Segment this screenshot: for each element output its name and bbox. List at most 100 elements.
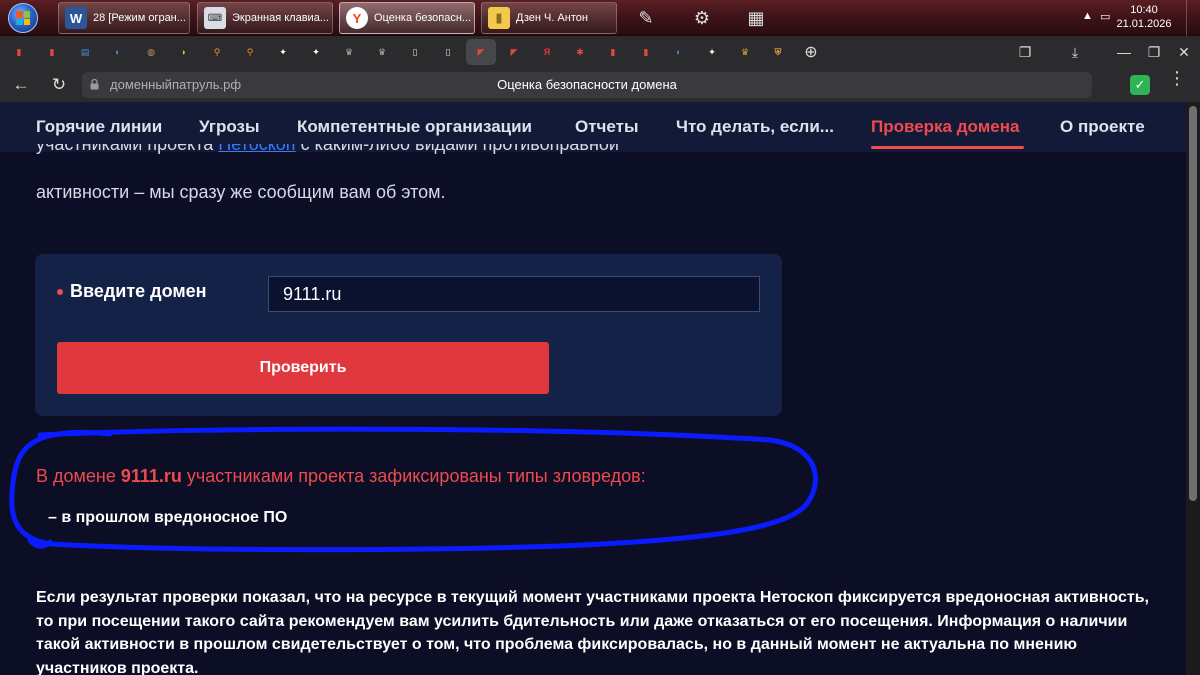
clock-date: 21.01.2026 bbox=[1116, 18, 1172, 30]
active-tab-indicator bbox=[871, 146, 1024, 149]
netoscope-link[interactable]: Нетоскоп bbox=[218, 144, 295, 154]
emblem-icon: ♛ bbox=[740, 46, 750, 57]
bookmark-page-icon[interactable]: ▤ bbox=[70, 39, 100, 65]
page-scrollbar[interactable] bbox=[1186, 102, 1200, 675]
yandex-icon: Я bbox=[543, 47, 551, 57]
bookmark-pdf-icon[interactable]: ▮ bbox=[631, 39, 661, 65]
intro-line-2: активности – мы сразу же сообщим вам об … bbox=[36, 182, 446, 202]
bookmark-pdf-icon[interactable]: ▮ bbox=[37, 39, 67, 65]
minimize-icon[interactable]: — bbox=[1110, 40, 1138, 64]
new-tab-button[interactable]: ⊕ bbox=[796, 39, 826, 65]
flag-icon: ◤ bbox=[477, 46, 485, 57]
result-text: В домене bbox=[36, 466, 121, 486]
gear-icon[interactable]: ⚙ bbox=[688, 4, 716, 32]
menu-icon[interactable]: ⋮ bbox=[1168, 69, 1186, 87]
pdf-icon: ▮ bbox=[49, 46, 55, 57]
nav-reports[interactable]: Отчеты bbox=[575, 117, 639, 137]
page-icon: ▤ bbox=[80, 46, 90, 57]
bookmark-pdf-icon[interactable]: ▮ bbox=[598, 39, 628, 65]
taskbar-item-word[interactable]: W 28 [Режим огран... bbox=[58, 2, 190, 34]
pdf-icon: ▮ bbox=[16, 46, 22, 57]
result-domain: 9111.ru bbox=[120, 466, 182, 486]
pdf-icon: ▮ bbox=[643, 46, 649, 57]
taskbar-item-browser[interactable]: Y Оценка безопасн... bbox=[339, 2, 475, 34]
reload-button[interactable]: ↻ bbox=[46, 73, 72, 97]
taskbar-item-keyboard[interactable]: ⌨ Экранная клавиа... bbox=[197, 2, 333, 34]
bookmark-search-icon[interactable]: ⚲ bbox=[202, 39, 232, 65]
sparkle-icon: ✦ bbox=[279, 46, 287, 57]
bookmark-sparkle-icon[interactable]: ✦ bbox=[268, 39, 298, 65]
explanation-text: Если результат проверки показал, что на … bbox=[36, 589, 1149, 675]
bookmark-yandex-icon[interactable]: Я bbox=[532, 39, 562, 65]
flag-icon: ◤ bbox=[510, 46, 518, 57]
bookmark-emblem-icon[interactable]: ♛ bbox=[334, 39, 364, 65]
bookmark-pdf-icon[interactable]: ▮ bbox=[4, 39, 34, 65]
bookmark-document-icon[interactable]: ▯ bbox=[433, 39, 463, 65]
bookmark-shield-icon[interactable]: ⛨ bbox=[763, 39, 793, 65]
required-marker bbox=[57, 289, 63, 295]
intro-text: с каким-либо видами противоправной bbox=[295, 144, 619, 154]
taskbar-item-label: Дзен Ч. Антон bbox=[516, 12, 588, 24]
nav-threats[interactable]: Угрозы bbox=[199, 117, 260, 137]
hand-drawn-highlight bbox=[9, 426, 818, 553]
protect-shield-icon[interactable]: ✓ bbox=[1130, 75, 1150, 95]
bookmark-banana-icon[interactable]: ◗ bbox=[169, 39, 199, 65]
pdf-icon: ▮ bbox=[610, 46, 616, 57]
tray-expand-icon[interactable]: ▲ bbox=[1082, 10, 1093, 22]
bookmark-flag-icon[interactable]: ◤ bbox=[499, 39, 529, 65]
domain-field-label: Введите домен bbox=[70, 281, 207, 301]
search-icon: ⚲ bbox=[213, 46, 221, 57]
scrollbar-thumb[interactable] bbox=[1189, 106, 1197, 501]
taskbar-item-folder[interactable]: ▮ Дзен Ч. Антон bbox=[481, 2, 617, 34]
folder-icon: ▮ bbox=[488, 7, 510, 29]
bookmark-emblem-icon[interactable]: ♛ bbox=[730, 39, 760, 65]
tabs-icon[interactable]: ❐ bbox=[1011, 40, 1039, 64]
domain-check-form: Введите домен Проверить bbox=[35, 254, 782, 416]
domain-input[interactable] bbox=[268, 276, 760, 312]
control-panel-icon[interactable]: ▦ bbox=[742, 4, 770, 32]
clock[interactable]: 10:40 21.01.2026 bbox=[1114, 3, 1174, 31]
show-desktop-button[interactable] bbox=[1186, 0, 1200, 36]
document-icon: ▯ bbox=[445, 46, 451, 57]
nav-about[interactable]: О проекте bbox=[1060, 117, 1145, 137]
restore-icon[interactable]: ❐ bbox=[1140, 40, 1168, 64]
emblem-icon: ♛ bbox=[344, 46, 354, 57]
bookmark-search-icon[interactable]: ⚲ bbox=[235, 39, 265, 65]
taskbar-item-label: 28 [Режим огран... bbox=[93, 12, 186, 24]
result-threat-item: – в прошлом вредоносное ПО bbox=[48, 509, 288, 526]
bookmark-leaf-icon[interactable]: ✱ bbox=[565, 39, 595, 65]
result-text: участниками проекта зафиксированы типы з… bbox=[181, 466, 646, 486]
nav-what-to-do[interactable]: Что делать, если... bbox=[676, 117, 834, 137]
windows-logo-icon bbox=[8, 3, 38, 33]
bookmark-edge-icon[interactable]: ◐ bbox=[664, 39, 694, 65]
url-field[interactable]: доменныйпатруль.рф Оценка безопасности д… bbox=[82, 72, 1092, 98]
leaf-icon: ✱ bbox=[576, 46, 584, 57]
download-icon[interactable]: ⤓ bbox=[1061, 40, 1089, 64]
edge-icon: ◐ bbox=[115, 47, 121, 57]
nav-hotlines[interactable]: Горячие линии bbox=[36, 117, 162, 137]
bookmark-edge-icon[interactable]: ◐ bbox=[103, 39, 133, 65]
bookmark-document-icon[interactable]: ▯ bbox=[400, 39, 430, 65]
check-button[interactable]: Проверить bbox=[57, 342, 549, 394]
paint-icon[interactable]: ✎ bbox=[632, 4, 660, 32]
network-icon[interactable]: ▭ bbox=[1100, 10, 1110, 23]
nav-organizations[interactable]: Компетентные организации bbox=[297, 117, 532, 137]
bookmark-sparkle-icon[interactable]: ✦ bbox=[697, 39, 727, 65]
word-icon: W bbox=[65, 7, 87, 29]
bookmark-sparkle-icon[interactable]: ✦ bbox=[301, 39, 331, 65]
nav-domain-check[interactable]: Проверка домена bbox=[871, 117, 1019, 137]
taskbar-item-label: Оценка безопасн... bbox=[374, 12, 472, 24]
yandex-browser-icon: Y bbox=[346, 7, 368, 29]
windows-taskbar: W 28 [Режим огран... ⌨ Экранная клавиа..… bbox=[0, 0, 1200, 36]
result-summary: В домене 9111.ru участниками проекта заф… bbox=[36, 466, 646, 487]
bookmark-flag-icon[interactable]: ◤ bbox=[466, 39, 496, 65]
bookmark-emblem-icon[interactable]: ♛ bbox=[367, 39, 397, 65]
start-button[interactable] bbox=[3, 2, 43, 34]
sparkle-icon: ✦ bbox=[312, 46, 320, 57]
plus-icon: ⊕ bbox=[804, 44, 818, 61]
web-page: Горячие линии Угрозы Компетентные органи… bbox=[0, 102, 1186, 675]
banana-icon: ◗ bbox=[181, 47, 187, 57]
back-button[interactable]: ← bbox=[8, 73, 34, 97]
close-icon[interactable]: ✕ bbox=[1170, 40, 1198, 64]
bookmark-globe-icon[interactable]: ◍ bbox=[136, 39, 166, 65]
